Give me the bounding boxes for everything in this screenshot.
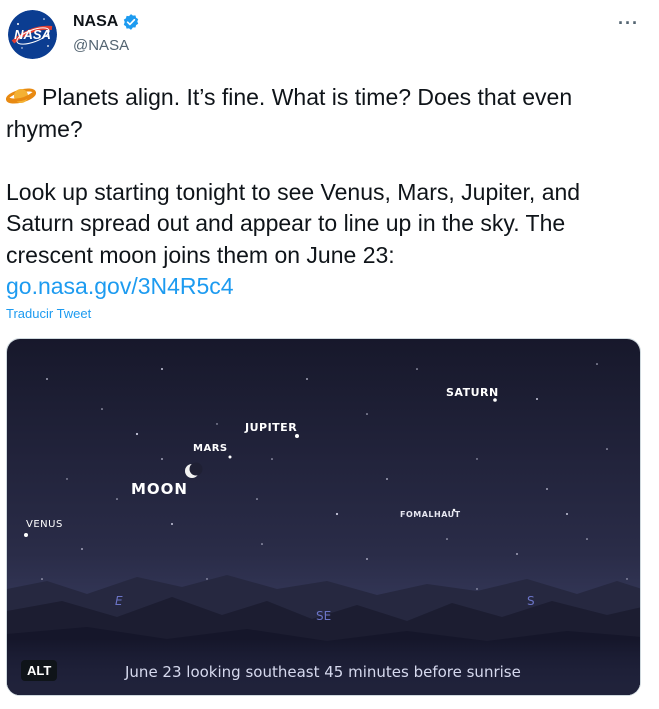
venus-dot	[24, 533, 28, 537]
tweet-paragraph-2: Look up starting tonight to see Venus, M…	[6, 178, 581, 268]
saturn-label: SATURN	[446, 386, 499, 399]
jupiter-label: JUPITER	[245, 421, 298, 434]
sky-chart-illustration	[7, 339, 640, 695]
author-name[interactable]: NASA	[73, 13, 118, 31]
fomalhaut-label: FOMALHAUT	[400, 510, 461, 519]
tweet-link[interactable]: go.nasa.gov/3N4R5c4	[6, 273, 234, 299]
tweet-media-image[interactable]: SATURN JUPITER MARS MOON VENUS FOMALHAUT…	[6, 338, 641, 696]
verified-badge-icon	[124, 14, 139, 30]
author-name-row[interactable]: NASA	[73, 13, 140, 31]
compass-southeast: SE	[316, 609, 332, 623]
image-caption: June 23 looking southeast 45 minutes bef…	[125, 663, 521, 681]
mars-label: MARS	[193, 443, 228, 454]
avatar[interactable]: NASA	[8, 10, 57, 59]
author-handle[interactable]: @NASA	[73, 37, 129, 54]
moon-label: MOON	[131, 480, 188, 498]
mars-dot	[228, 455, 232, 459]
nasa-logo-icon: NASA	[8, 10, 57, 59]
tweet-text: Planets align. It’s fine. What is time? …	[6, 82, 646, 303]
translate-tweet-link[interactable]: Traducir Tweet	[6, 306, 91, 321]
tweet-paragraph-1-text: Planets align. It’s fine. What is time? …	[6, 84, 573, 142]
alt-text-button[interactable]: ALT	[21, 660, 58, 681]
more-options-icon[interactable]: ···	[618, 13, 639, 34]
venus-label: VENUS	[26, 519, 63, 530]
compass-east: E	[115, 594, 123, 608]
compass-south: S	[527, 594, 535, 608]
jupiter-dot	[295, 434, 299, 438]
tweet-paragraph-1: Planets align. It’s fine. What is time? …	[6, 82, 646, 145]
avatar-logo-text: NASA	[14, 27, 51, 42]
ringed-planet-icon	[6, 88, 36, 104]
